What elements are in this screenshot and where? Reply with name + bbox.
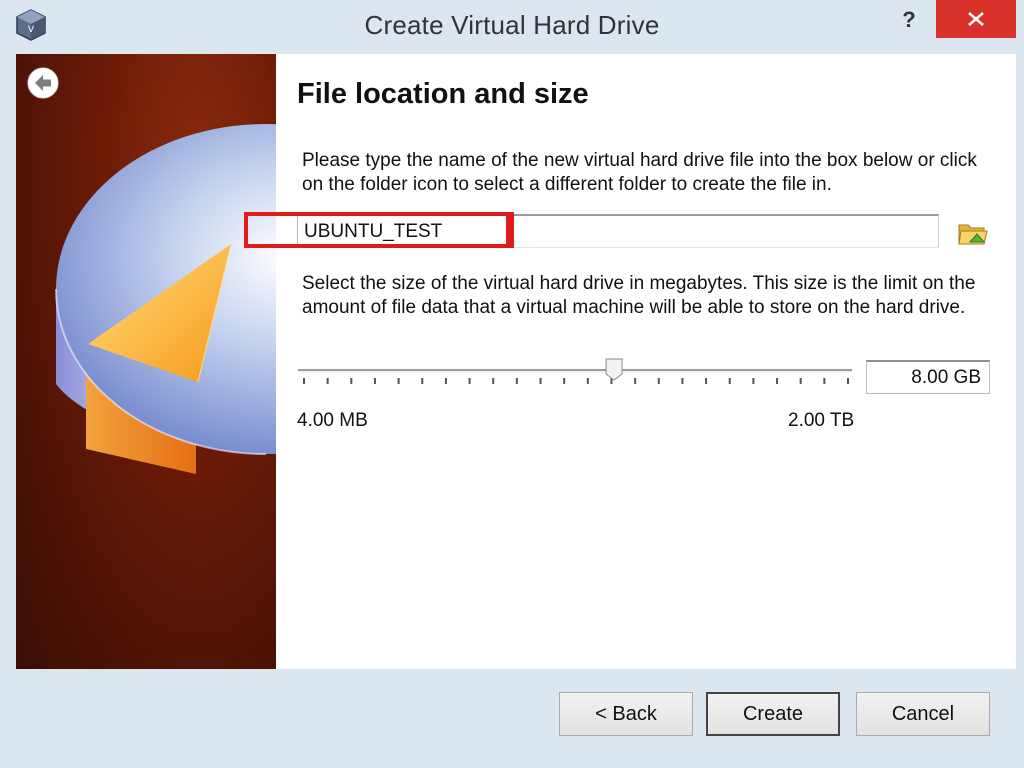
back-arrow-icon[interactable] <box>26 66 60 100</box>
create-button[interactable]: Create <box>706 692 840 736</box>
wizard-banner <box>16 54 276 669</box>
cancel-button[interactable]: Cancel <box>856 692 990 736</box>
title-bar: V Create Virtual Hard Drive ? <box>0 0 1024 54</box>
size-slider[interactable] <box>296 356 856 396</box>
window-title: Create Virtual Hard Drive <box>364 10 660 40</box>
slider-min-label: 4.00 MB <box>297 410 368 431</box>
back-button[interactable]: < Back <box>559 692 693 736</box>
dialog-body: File location and size Please type the n… <box>16 54 1016 669</box>
folder-icon[interactable] <box>956 218 990 248</box>
size-description: Select the size of the virtual hard driv… <box>302 273 976 318</box>
help-button[interactable]: ? <box>892 6 926 36</box>
size-input[interactable] <box>866 360 990 394</box>
close-icon <box>968 12 984 26</box>
slider-thumb <box>605 358 623 381</box>
slider-max-label: 2.00 TB <box>788 410 855 431</box>
file-name-input[interactable] <box>297 214 939 248</box>
close-button[interactable] <box>936 0 1016 38</box>
hard-drive-illustration <box>55 124 276 474</box>
page-title: File location and size <box>297 78 589 110</box>
wizard-page: File location and size Please type the n… <box>244 54 1016 669</box>
location-description: Please type the name of the new virtual … <box>302 150 977 195</box>
